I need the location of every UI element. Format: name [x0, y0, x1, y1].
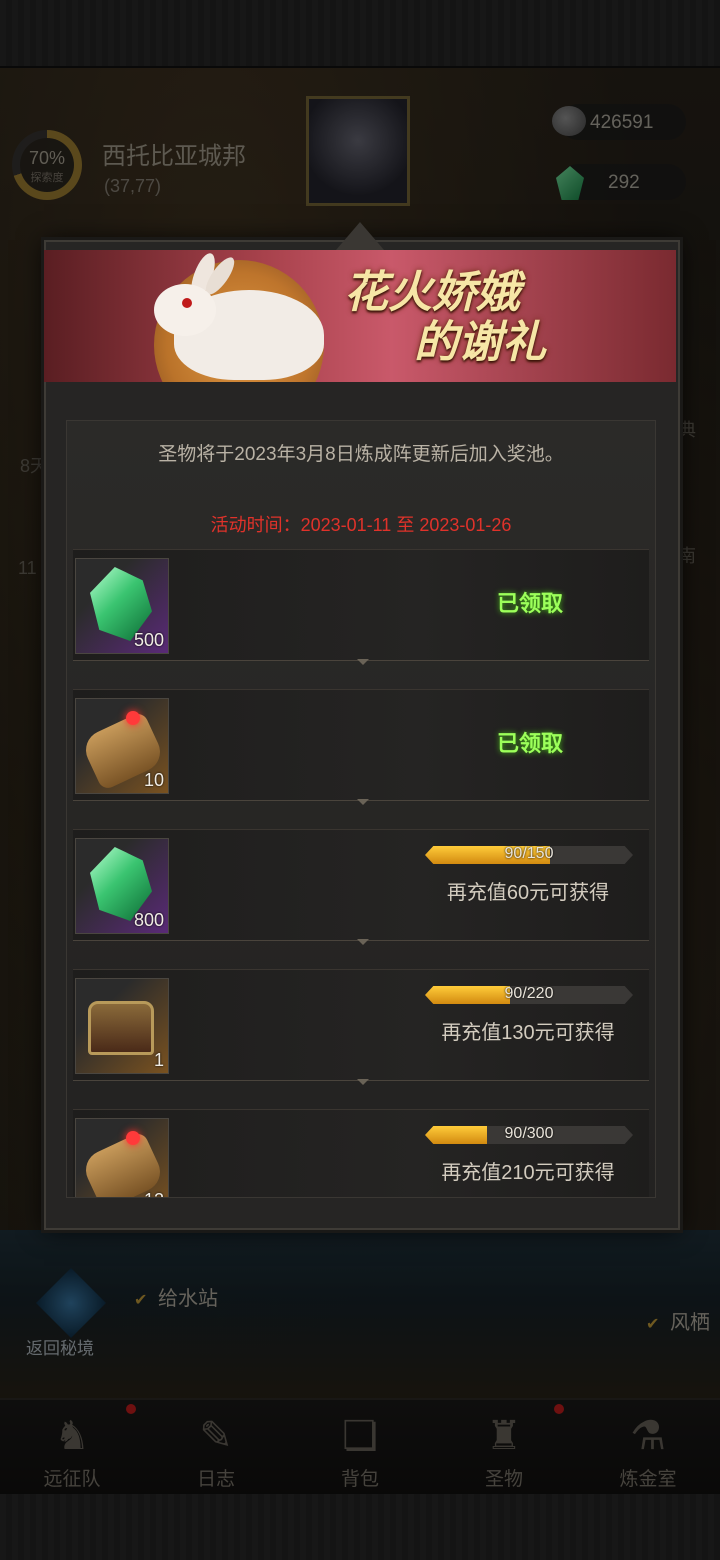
- recharge-progress-bar: 90/300: [425, 1126, 633, 1144]
- item-quantity: 800: [133, 910, 164, 930]
- progress-text: 90/150: [504, 845, 554, 862]
- rabbit-head: [154, 284, 216, 336]
- reward-panel[interactable]: 圣物将于2023年3月8日炼成阵更新后加入奖池。 活动时间：2023-01-11…: [66, 420, 656, 1198]
- row-divider-ornament: [357, 659, 369, 665]
- item-quantity: 10: [143, 770, 164, 790]
- reward-row: 800 90/150 再充值60元可获得: [73, 829, 649, 941]
- progress-text: 90/220: [504, 985, 554, 1002]
- banner-title: 花火娇娥 的谢礼: [334, 268, 654, 368]
- reward-row: 500 已领取: [73, 549, 649, 661]
- reward-item[interactable]: 500: [75, 558, 169, 654]
- recharge-progress-bar: 90/220: [425, 986, 633, 1004]
- row-divider-ornament: [357, 1079, 369, 1085]
- reward-row: 10 已领取: [73, 689, 649, 801]
- recharge-hint: 再充值60元可获得: [446, 882, 610, 904]
- reward-item[interactable]: 1: [75, 978, 169, 1074]
- recharge-hint: 再充值130元可获得: [441, 1022, 615, 1044]
- rabbit-eye: [182, 298, 192, 308]
- reward-row: 1 90/220 再充值130元可获得: [73, 969, 649, 1081]
- progress-text: 90/300: [504, 1125, 554, 1142]
- scroll-seal-icon: [126, 711, 140, 725]
- banner-title-line1: 花火娇娥: [344, 267, 520, 318]
- reward-item[interactable]: 10: [75, 698, 169, 794]
- event-time: 活动时间：2023-01-11 至 2023-01-26: [210, 515, 512, 535]
- item-quantity: 500: [133, 630, 164, 650]
- banner-title-line2: 的谢礼: [414, 317, 546, 368]
- reward-item[interactable]: 800: [75, 838, 169, 934]
- item-quantity: 1: [153, 1050, 164, 1070]
- treasure-chest-icon: [88, 1001, 154, 1055]
- scroll-seal-icon: [126, 1131, 140, 1145]
- recharge-hint: 再充值210元可获得: [441, 1162, 615, 1184]
- row-divider-ornament: [357, 799, 369, 805]
- scroll-icon: [79, 1130, 167, 1197]
- reward-row: 12 90/300 再充值210元可获得: [73, 1109, 649, 1197]
- item-quantity: 12: [144, 1190, 164, 1197]
- event-banner: 花火娇娥 的谢礼: [44, 250, 676, 382]
- claimed-status: 已领取: [497, 591, 564, 616]
- recharge-progress-bar: 90/150: [425, 846, 633, 864]
- reward-item[interactable]: 12: [75, 1118, 169, 1197]
- notice-text: 圣物将于2023年3月8日炼成阵更新后加入奖池。: [158, 444, 564, 465]
- row-divider-ornament: [357, 939, 369, 945]
- claimed-status: 已领取: [497, 731, 564, 756]
